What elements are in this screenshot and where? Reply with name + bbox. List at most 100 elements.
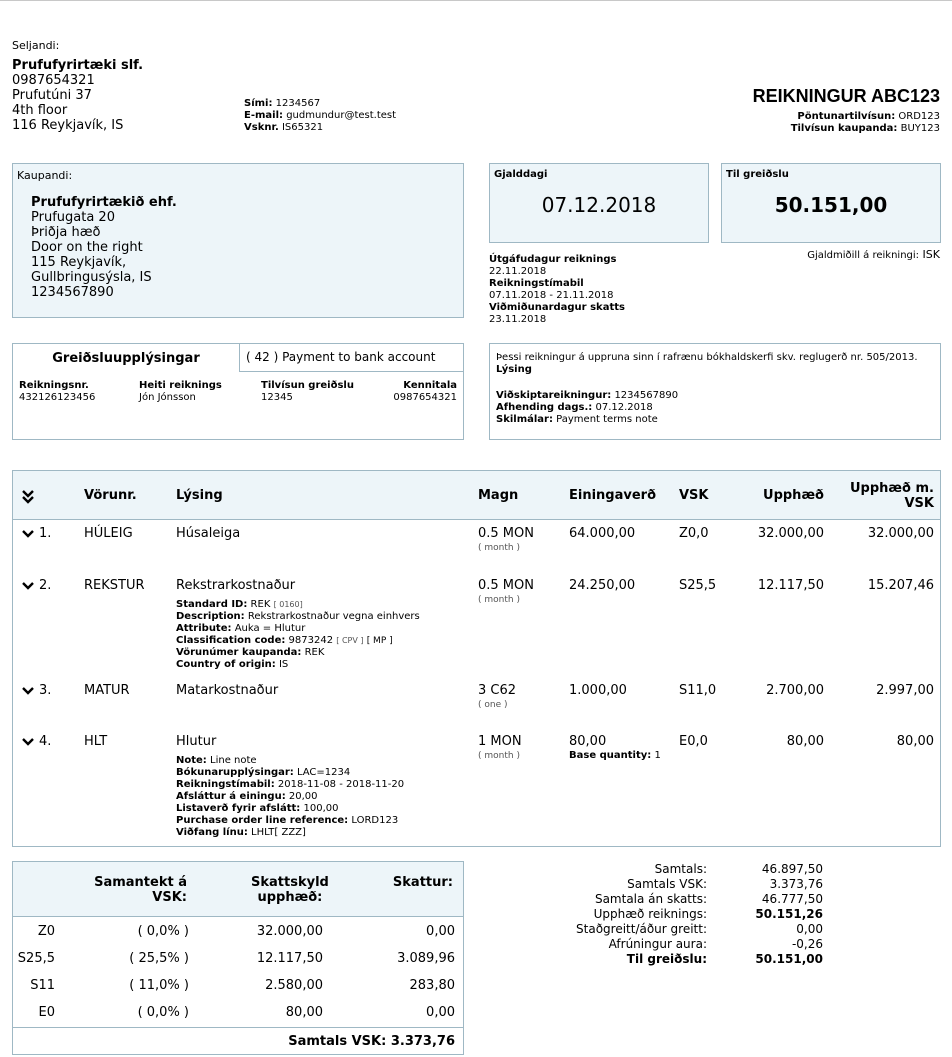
buyer-name: Prufufyrirtækið ehf.: [31, 195, 177, 210]
vat-rate: ( 11,0% ): [129, 978, 189, 993]
detail-label: Viðfang línu:: [176, 827, 248, 838]
kennitala-label: Kennitala: [403, 380, 457, 391]
base-quantity-label: Base quantity:: [569, 750, 652, 761]
vat-tax: 0,00: [426, 1005, 455, 1020]
row-amount: 80,00: [786, 734, 824, 749]
account-no-label: Reikningsnr.: [19, 380, 89, 391]
row-product-code: REKSTUR: [84, 578, 145, 593]
totals-label: Staðgreitt/áður greitt:: [576, 922, 707, 936]
totals-value: -0,26: [791, 937, 823, 951]
buyer-line: Gullbringusýsla, IS: [31, 270, 152, 285]
detail-label: Attribute:: [176, 623, 232, 634]
row-amount-vat: 80,00: [896, 734, 934, 749]
totals-value: 46.897,50: [761, 862, 823, 876]
top-divider: [0, 0, 952, 1]
row-unit: ( month ): [478, 751, 520, 761]
detail-label: Country of origin:: [176, 659, 276, 670]
payment-col-kennitala: Kennitala 0987654321: [393, 380, 457, 404]
row-description: Rekstrarkostnaður: [176, 578, 296, 593]
col-unit-price: Einingaverð: [569, 488, 657, 503]
row-amount: 12.117,50: [757, 578, 824, 593]
chevron-down-icon[interactable]: [21, 686, 35, 696]
amount-due-label: Til greiðslu: [726, 169, 789, 180]
payment-col-name: Heiti reiknings Jón Jónsson: [139, 380, 222, 404]
detail-label: Note:: [176, 755, 207, 766]
vat-summary-total: Samtals VSK: 3.373,76: [288, 1034, 455, 1049]
vat-summary-col-base-line1: Skattskyld: [251, 875, 329, 890]
chevron-down-icon[interactable]: [21, 581, 35, 591]
row-unit-price: 64.000,00: [569, 526, 636, 541]
collapse-all-icon[interactable]: [21, 489, 35, 505]
delivery-value: 07.12.2018: [595, 402, 653, 413]
buyer-line: Þriðja hæð: [31, 225, 101, 240]
payment-info-box: Greiðsluupplýsingar ( 42 ) Payment to ba…: [12, 343, 464, 440]
detail-value: LORD123: [351, 815, 399, 826]
totals-row: Afrúningur aura: -0,26: [500, 937, 830, 952]
invoice-refs: Pöntunartilvísun: ORD123 Tilvísun kaupan…: [791, 111, 940, 135]
payment-ref-value: 12345: [261, 392, 293, 403]
buyer-line: Prufugata 20: [31, 210, 115, 225]
detail-label: Listaverð fyrir afslátt:: [176, 803, 301, 814]
invoice-note-box: Þessi reikningur á uppruna sinn í rafræn…: [489, 343, 941, 440]
detail-line: Note: Line note: [176, 755, 404, 767]
row-vat: Z0,0: [679, 526, 709, 541]
seller-name: Prufufyrirtæki slf.: [12, 58, 144, 73]
vat-rate: ( 0,0% ): [137, 1005, 189, 1020]
vsk-label: Vsknr.: [244, 122, 279, 133]
seller-line: Prufutúni 37: [12, 88, 92, 103]
chevron-down-icon[interactable]: [21, 737, 35, 747]
invoice-dates: Útgáfudagur reiknings 22.11.2018 Reiknin…: [489, 254, 625, 326]
payment-col-ref: Tilvísun greiðslu 12345: [261, 380, 354, 404]
col-description: Lýsing: [176, 488, 223, 503]
totals-row: Samtals: 46.897,50: [500, 862, 830, 877]
base-quantity: Base quantity: 1: [569, 750, 661, 762]
vat-code: S25,5: [17, 951, 55, 966]
detail-value: Auka = Hlutur: [234, 623, 306, 634]
row-amount: 2.700,00: [766, 683, 824, 698]
vat-summary-col-label-line2: VSK:: [152, 890, 187, 905]
vat-tax: 3.089,96: [397, 951, 455, 966]
detail-value: REK: [250, 599, 271, 610]
detail-value: Rekstrarkostnaður vegna einhvers: [247, 611, 420, 622]
seller-line: 4th floor: [12, 103, 68, 118]
detail-line: Afsláttur á einingu: 20,00: [176, 791, 404, 803]
row-product-code: HÚLEIG: [84, 526, 133, 541]
row-vat: S11,0: [679, 683, 717, 698]
row-quantity: 1 MON: [478, 734, 522, 749]
invoice-title: REIKNINGUR ABC123: [752, 86, 940, 106]
vat-tax: 0,00: [426, 924, 455, 939]
totals-value: 0,00: [796, 922, 823, 936]
detail-label: Purchase order line reference:: [176, 815, 349, 826]
vat-rate: ( 0,0% ): [137, 924, 189, 939]
kennitala-value: 0987654321: [393, 392, 457, 403]
vat-base: 12.117,50: [256, 951, 323, 966]
detail-value: 100,00: [303, 803, 339, 814]
row-unit: ( month ): [478, 595, 520, 605]
vat-summary-row: S25,5 ( 25,5% ) 12.117,50 3.089,96: [13, 951, 463, 971]
row-product-code: HLT: [84, 734, 108, 749]
detail-extra: [ MP ]: [366, 636, 393, 646]
totals-label: Afrúningur aura:: [608, 937, 707, 951]
table-row: 3. MATUR Matarkostnaður 3 C62 ( one ) 1.…: [13, 680, 940, 726]
seller-contact: Sími: 1234567 E-mail: gudmundur@test.tes…: [244, 98, 396, 134]
payment-method-cell: ( 42 ) Payment to bank account: [239, 344, 464, 372]
row-quantity: 3 C62: [478, 683, 517, 698]
vsk-value: IS65321: [281, 122, 324, 133]
row-unit: ( month ): [478, 543, 520, 553]
detail-label: Afsláttur á einingu:: [176, 791, 286, 802]
totals-label: Upphæð reiknings:: [593, 907, 707, 921]
totals-row: Samtals VSK: 3.373,76: [500, 877, 830, 892]
issue-date-value: 22.11.2018: [489, 266, 547, 277]
account-no-value: 432126123456: [19, 392, 96, 403]
vat-summary-divider: [13, 1027, 463, 1028]
seller-line: 116 Reykjavík, IS: [12, 118, 124, 133]
delivery-label: Afhending dags.:: [496, 402, 593, 413]
seller-label: Seljandi:: [12, 39, 60, 52]
totals-value: 3.373,76: [769, 877, 823, 891]
detail-label: Classification code:: [176, 635, 286, 646]
chevron-down-icon[interactable]: [21, 529, 35, 539]
note-desc-label: Lýsing: [496, 364, 532, 375]
table-row: 1. HÚLEIG Húsaleiga 0.5 MON ( month ) 64…: [13, 523, 940, 573]
buyer-ref-value: BUY123: [900, 123, 940, 134]
row-vat: E0,0: [679, 734, 708, 749]
